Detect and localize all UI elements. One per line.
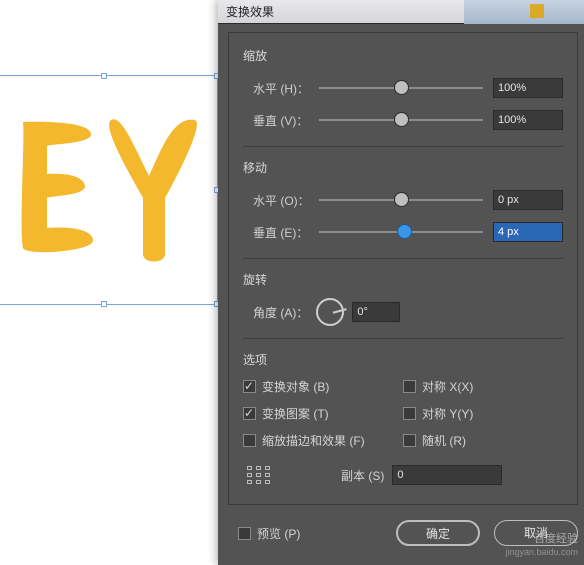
scale-h-label: 水平 (H)：	[243, 80, 319, 97]
scale-v-label: 垂直 (V)：	[243, 112, 319, 129]
opt-reflect-y[interactable]: 对称 Y(Y)	[403, 405, 563, 422]
window-controls-area	[464, 0, 584, 24]
opt-transform-patterns[interactable]: 变换图案 (T)	[243, 405, 403, 422]
anchor-point-icon[interactable]	[247, 466, 273, 484]
opt-scale-strokes[interactable]: 缩放描边和效果 (F)	[243, 432, 403, 449]
move-v-input[interactable]: 4 px	[493, 222, 563, 242]
scale-v-input[interactable]: 100%	[493, 110, 563, 130]
copies-label: 副本 (S)	[341, 467, 384, 484]
copies-input[interactable]: 0	[392, 465, 502, 485]
group-label-options: 选项	[243, 351, 563, 368]
opt-reflect-x[interactable]: 对称 X(X)	[403, 378, 563, 395]
dialog-body: 缩放 水平 (H)： 100% 垂直 (V)： 100% 移动 水平 (O)： …	[228, 32, 578, 505]
move-h-label: 水平 (O)：	[243, 192, 319, 209]
preview-checkbox[interactable]: 预览 (P)	[238, 525, 300, 542]
angle-dial[interactable]	[316, 298, 344, 326]
selection-bounding-box[interactable]	[0, 75, 218, 305]
resize-handle[interactable]	[101, 301, 107, 307]
glyph-Y	[103, 114, 207, 270]
resize-handle[interactable]	[101, 73, 107, 79]
window-accent-icon	[530, 4, 544, 18]
scale-v-slider[interactable]	[319, 110, 483, 130]
canvas-area	[0, 0, 218, 565]
ok-button[interactable]: 确定	[396, 520, 480, 546]
angle-label: 角度 (A)：	[253, 304, 308, 321]
glyph-E	[9, 116, 101, 266]
group-label-scale: 缩放	[243, 47, 563, 64]
transform-effect-dialog: 变换效果 缩放 水平 (H)： 100% 垂直 (V)： 100% 移动 水平 …	[218, 0, 584, 565]
move-h-input[interactable]: 0 px	[493, 190, 563, 210]
angle-input[interactable]: 0°	[352, 302, 400, 322]
dialog-footer: 预览 (P) 确定 取消	[228, 511, 578, 555]
group-label-move: 移动	[243, 159, 563, 176]
opt-random[interactable]: 随机 (R)	[403, 432, 563, 449]
opt-transform-objects[interactable]: 变换对象 (B)	[243, 378, 403, 395]
dialog-title: 变换效果	[226, 5, 274, 19]
move-v-slider[interactable]	[319, 222, 483, 242]
move-h-slider[interactable]	[319, 190, 483, 210]
scale-h-input[interactable]: 100%	[493, 78, 563, 98]
cancel-button[interactable]: 取消	[494, 520, 578, 546]
group-label-rotate: 旋转	[243, 271, 563, 288]
scale-h-slider[interactable]	[319, 78, 483, 98]
move-v-label: 垂直 (E)：	[243, 224, 319, 241]
dialog-titlebar[interactable]: 变换效果	[218, 0, 584, 24]
